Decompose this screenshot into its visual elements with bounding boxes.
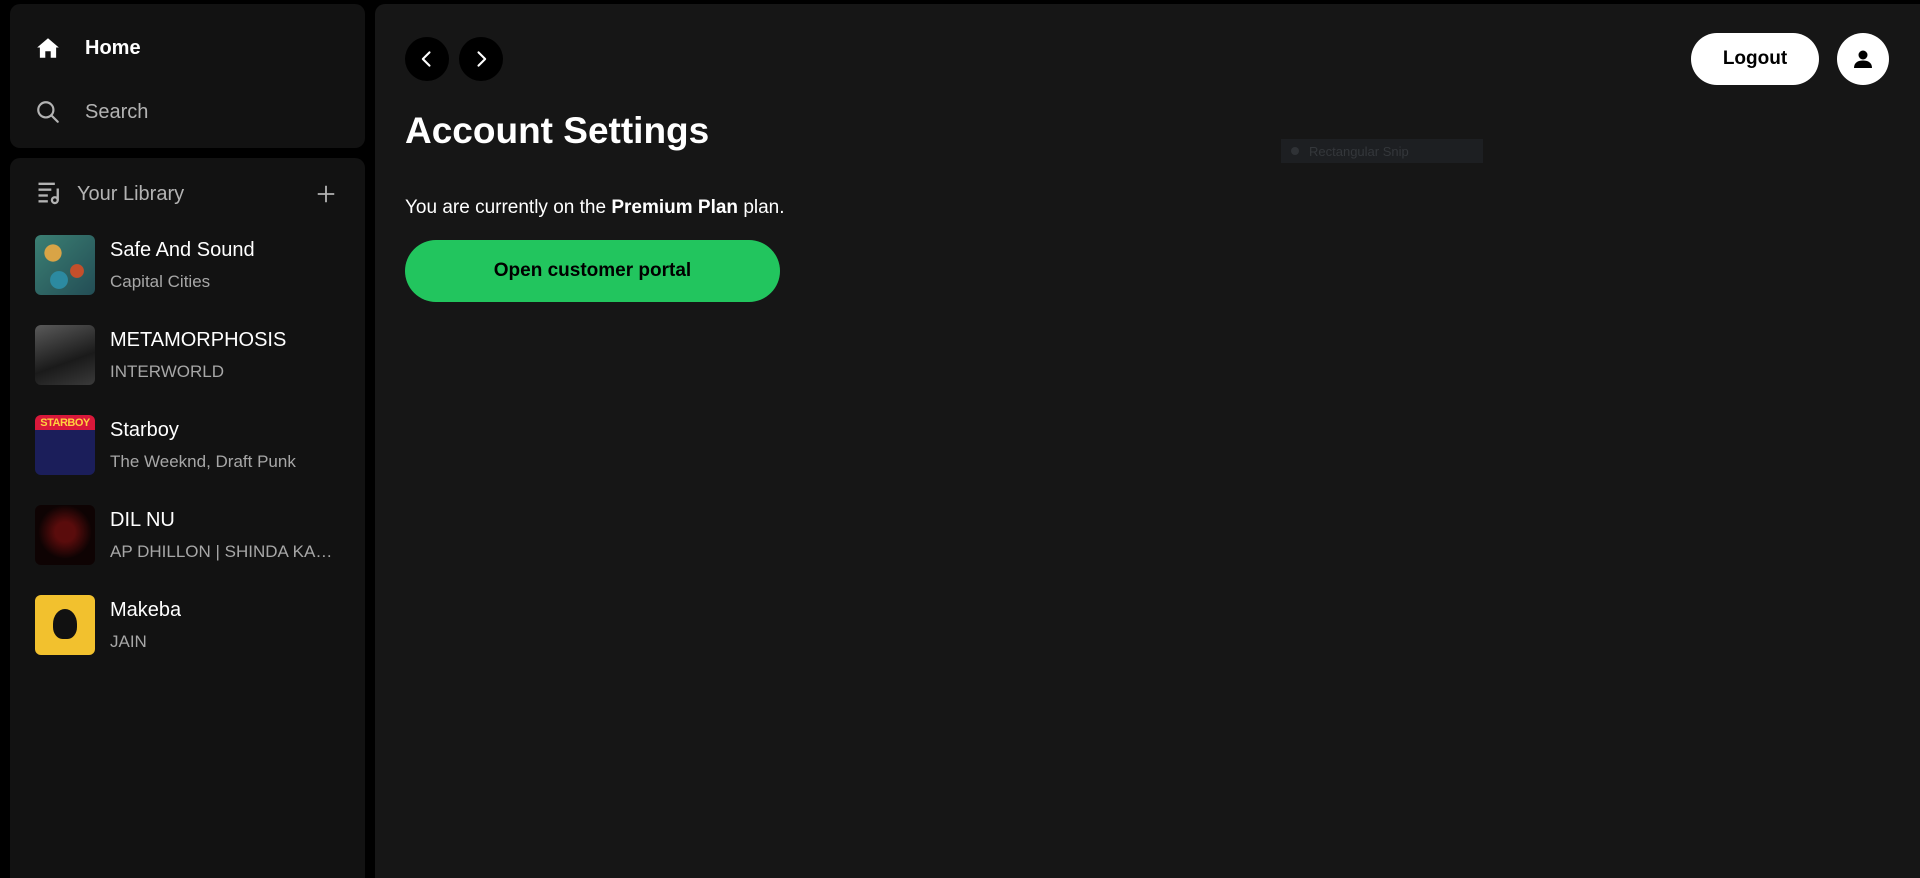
track-title: Starboy: [110, 418, 179, 441]
back-button[interactable]: [405, 37, 449, 81]
plan-suffix: plan.: [738, 197, 785, 218]
sidebar-item-home[interactable]: Home: [35, 30, 340, 66]
sidebar-nav: Home Search: [10, 4, 365, 148]
sidebar-item-label: Search: [85, 100, 149, 123]
library-item-makeba[interactable]: Makeba JAIN: [35, 594, 340, 656]
library-item-metamorphosis[interactable]: METAMORPHOSIS INTERWORLD: [35, 324, 340, 386]
plan-prefix: You are currently on the: [405, 197, 612, 218]
chevron-left-icon: [421, 51, 431, 67]
user-icon: [1854, 50, 1872, 68]
library-panel: Your Library Safe And Sound Capital Citi…: [10, 158, 365, 878]
album-cover: [35, 235, 95, 295]
page-title: Account Settings: [405, 110, 710, 151]
track-artist: JAIN: [110, 631, 147, 651]
logout-button[interactable]: Logout: [1691, 33, 1819, 85]
album-cover: [35, 505, 95, 565]
snip-overlay: Rectangular Snip: [1281, 139, 1483, 163]
plus-icon: [317, 185, 335, 203]
library-toggle[interactable]: Your Library: [35, 178, 184, 211]
sidebar-item-search[interactable]: Search: [35, 94, 340, 130]
forward-button[interactable]: [459, 37, 503, 81]
snip-label: Rectangular Snip: [1309, 143, 1409, 159]
library-item-starboy[interactable]: STARBOY Starboy The Weeknd, Draft Punk: [35, 414, 340, 476]
track-artist: INTERWORLD: [110, 361, 224, 381]
open-customer-portal-button[interactable]: Open customer portal: [405, 240, 780, 302]
chevron-right-icon: [477, 51, 487, 67]
album-cover: [35, 595, 95, 655]
library-title: Your Library: [77, 182, 185, 205]
album-cover-figure: [53, 609, 77, 639]
track-artist: Capital Cities: [110, 271, 211, 291]
snip-icon: [1291, 147, 1299, 155]
library-header: Your Library: [35, 178, 340, 210]
search-icon: [35, 99, 61, 125]
album-cover-text: STARBOY: [40, 417, 90, 429]
library-icon: [35, 178, 63, 211]
track-title: Safe And Sound: [110, 238, 255, 261]
track-title: Makeba: [110, 598, 182, 621]
sidebar-item-label: Home: [85, 36, 141, 59]
album-cover: [35, 325, 95, 385]
plan-name: Premium Plan: [611, 197, 739, 218]
library-item-dil-nu[interactable]: DIL NU AP DHILLON | SHINDA KAHLON: [35, 504, 340, 566]
add-playlist-button[interactable]: [312, 180, 340, 208]
main-content: Logout Rectangular Snip Account Settings…: [375, 4, 1920, 878]
track-artist: AP DHILLON | SHINDA KAHLON: [110, 541, 335, 561]
track-title: DIL NU: [110, 508, 175, 531]
app-window: Home Search Your Library Safe And Sound …: [0, 0, 1920, 878]
album-cover: STARBOY: [35, 415, 95, 475]
library-item-safe-and-sound[interactable]: Safe And Sound Capital Cities: [35, 234, 340, 296]
user-profile-button[interactable]: [1837, 33, 1889, 85]
plan-status-text: You are currently on the Premium Plan pl…: [405, 197, 785, 219]
track-title: METAMORPHOSIS: [110, 328, 287, 351]
home-icon: [35, 35, 61, 61]
track-artist: The Weeknd, Draft Punk: [110, 451, 296, 471]
